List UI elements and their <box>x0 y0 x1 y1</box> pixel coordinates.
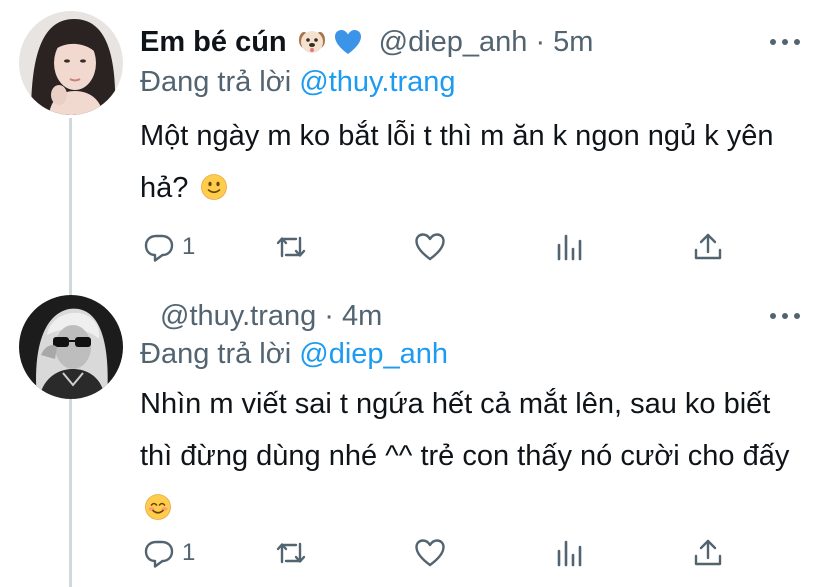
display-name[interactable]: Em bé cún <box>140 26 287 59</box>
avatar[interactable] <box>19 11 123 115</box>
reply-prefix: Đang trả lời <box>140 66 292 98</box>
like-button[interactable] <box>413 229 453 265</box>
tweet-actions: 1 <box>140 229 740 265</box>
reply-button[interactable]: 1 <box>142 535 195 571</box>
retweet-button[interactable] <box>274 535 314 571</box>
avatar[interactable] <box>19 295 123 399</box>
reply-mention-link[interactable]: @diep_anh <box>299 338 448 370</box>
reply-icon <box>144 234 174 262</box>
reply-button[interactable]: 1 <box>142 229 195 265</box>
share-button[interactable] <box>691 535 725 571</box>
timestamp[interactable]: 5m <box>553 26 593 59</box>
separator-dot: · <box>324 299 334 332</box>
retweet-icon <box>276 236 306 258</box>
heart-icon <box>415 539 445 567</box>
heart-icon <box>415 233 445 261</box>
analytics-icon <box>557 234 582 261</box>
blue-heart-icon <box>333 27 363 57</box>
reply-count: 1 <box>182 233 196 260</box>
analytics-button[interactable] <box>552 535 586 571</box>
tweet-text-content: Nhìn m viết sai t ngứa hết cả mắt lên, s… <box>140 388 790 472</box>
like-button[interactable] <box>413 535 453 571</box>
smiling-face-with-smiling-eyes-icon <box>144 486 172 520</box>
share-icon <box>694 539 722 566</box>
analytics-icon <box>557 540 582 567</box>
reply-prefix: Đang trả lời <box>140 338 292 370</box>
tweet-text-content: Một ngày m ko bắt lỗi t thì m ăn k ngon … <box>140 120 774 204</box>
slightly-smiling-face-icon <box>200 166 228 200</box>
reply-context: Đang trả lời @diep_anh <box>140 338 448 371</box>
tweet-actions: 1 <box>140 535 740 571</box>
share-button[interactable] <box>691 229 725 265</box>
reply-icon <box>144 540 174 568</box>
reply-context: Đang trả lời @thuy.trang <box>140 66 456 99</box>
tweet-text: Nhìn m viết sai t ngứa hết cả mắt lên, s… <box>140 378 810 534</box>
share-icon <box>694 233 722 260</box>
timestamp[interactable]: 4m <box>342 300 382 333</box>
tweet-header: Em bé cún @diep_anh · 5m <box>140 24 593 60</box>
more-options-icon[interactable] <box>770 37 800 47</box>
reply-mention-link[interactable]: @thuy.trang <box>299 66 455 98</box>
tweet-header: @thuy.trang · 4m <box>160 298 382 334</box>
dog-face-icon <box>297 27 327 57</box>
tweet[interactable]: @thuy.trang · 4m Đang trả lời @diep_anh … <box>0 290 828 587</box>
user-handle[interactable]: @diep_anh <box>379 26 528 59</box>
reply-count: 1 <box>182 539 196 566</box>
retweet-icon <box>276 542 306 564</box>
analytics-button[interactable] <box>552 229 586 265</box>
tweet[interactable]: Em bé cún @diep_anh · 5m Đang trả lời @t… <box>0 0 828 290</box>
tweet-text: Một ngày m ko bắt lỗi t thì m ăn k ngon … <box>140 110 810 214</box>
retweet-button[interactable] <box>274 229 314 265</box>
user-handle[interactable]: @thuy.trang <box>160 300 316 333</box>
more-options-icon[interactable] <box>770 311 800 321</box>
separator-dot: · <box>535 25 546 58</box>
